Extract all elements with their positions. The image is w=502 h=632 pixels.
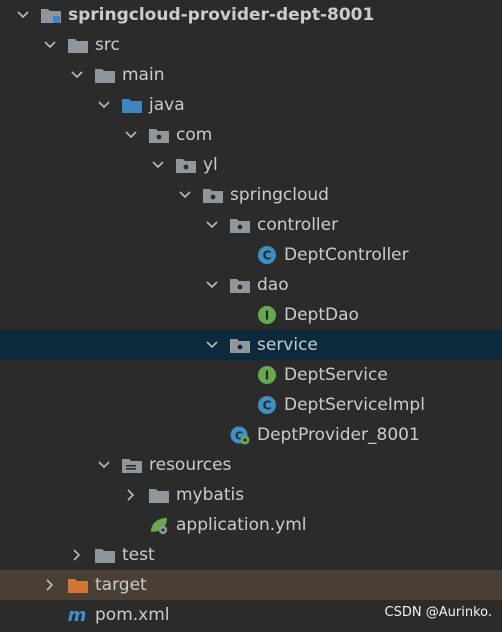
tree-label: java [149, 94, 185, 115]
chevron-right-icon[interactable] [68, 546, 86, 564]
tree-label: src [95, 34, 120, 55]
tree-label: DeptService [284, 364, 388, 385]
tree-label: controller [257, 214, 339, 235]
interface-icon: I [256, 365, 278, 385]
interface-icon: I [256, 305, 278, 325]
source-folder-icon [121, 95, 143, 115]
chevron-down-icon[interactable] [41, 36, 59, 54]
package-icon [148, 125, 170, 145]
tree-label: DeptServiceImpl [284, 394, 425, 415]
tree-label: DeptDao [284, 304, 359, 325]
chevron-down-icon[interactable] [149, 156, 167, 174]
tree-row-dao[interactable]: dao [0, 270, 502, 300]
tree-label: pom.xml [95, 604, 170, 625]
package-icon [229, 275, 251, 295]
chevron-down-icon[interactable] [203, 276, 221, 294]
yaml-file-icon [148, 515, 170, 535]
tree-row-mybatis[interactable]: mybatis [0, 480, 502, 510]
chevron-down-icon[interactable] [68, 66, 86, 84]
tree-row-java[interactable]: java [0, 90, 502, 120]
tree-label: DeptController [284, 244, 409, 265]
folder-icon [67, 35, 89, 55]
tree-label: springcloud-provider-dept-8001 [68, 4, 375, 25]
tree-row-module[interactable]: springcloud-provider-dept-8001 [0, 0, 502, 30]
svg-text:I: I [265, 309, 269, 323]
chevron-down-icon[interactable] [95, 96, 113, 114]
tree-label: resources [149, 454, 232, 475]
tree-row-src[interactable]: src [0, 30, 502, 60]
project-tree: springcloud-provider-dept-8001 src main [0, 0, 502, 632]
tree-label: DeptProvider_8001 [257, 424, 420, 445]
tree-label: mybatis [176, 484, 245, 505]
folder-icon [94, 545, 116, 565]
svg-text:I: I [265, 369, 269, 383]
tree-row-application-yml[interactable]: application.yml [0, 510, 502, 540]
tree-label: dao [257, 274, 289, 295]
tree-row-deptservice[interactable]: I DeptService [0, 360, 502, 390]
chevron-right-icon[interactable] [41, 576, 59, 594]
tree-label: com [176, 124, 213, 145]
tree-row-resources[interactable]: resources [0, 450, 502, 480]
tree-label: test [122, 544, 155, 565]
svg-text:m: m [68, 605, 87, 625]
spring-boot-class-icon: C [229, 425, 251, 445]
watermark: CSDN @Aurinko. [384, 605, 492, 620]
maven-file-icon: m [67, 605, 89, 625]
chevron-down-icon[interactable] [203, 216, 221, 234]
tree-label: springcloud [230, 184, 329, 205]
tree-row-deptserviceimpl[interactable]: C DeptServiceImpl [0, 390, 502, 420]
tree-row-springcloud[interactable]: springcloud [0, 180, 502, 210]
tree-row-com[interactable]: com [0, 120, 502, 150]
chevron-down-icon[interactable] [14, 6, 32, 24]
tree-label: service [257, 334, 318, 355]
svg-text:C: C [263, 399, 272, 413]
tree-label: target [95, 574, 147, 595]
tree-row-target[interactable]: target [0, 570, 502, 600]
chevron-down-icon[interactable] [203, 336, 221, 354]
tree-row-controller[interactable]: controller [0, 210, 502, 240]
chevron-down-icon[interactable] [95, 456, 113, 474]
class-icon: C [256, 395, 278, 415]
folder-icon [148, 485, 170, 505]
package-icon [229, 335, 251, 355]
chevron-down-icon[interactable] [122, 126, 140, 144]
tree-row-test[interactable]: test [0, 540, 502, 570]
tree-row-deptprovider[interactable]: C DeptProvider_8001 [0, 420, 502, 450]
tree-label: application.yml [176, 514, 307, 535]
tree-label: yl [203, 154, 218, 175]
tree-row-deptcontroller[interactable]: C DeptController [0, 240, 502, 270]
svg-text:C: C [263, 249, 272, 263]
excluded-folder-icon [67, 575, 89, 595]
tree-row-main[interactable]: main [0, 60, 502, 90]
tree-row-yl[interactable]: yl [0, 150, 502, 180]
class-icon: C [256, 245, 278, 265]
tree-row-deptdao[interactable]: I DeptDao [0, 300, 502, 330]
tree-label: main [122, 64, 165, 85]
package-icon [202, 185, 224, 205]
chevron-down-icon[interactable] [176, 186, 194, 204]
tree-row-service[interactable]: service [0, 330, 502, 360]
folder-icon [94, 65, 116, 85]
module-folder-icon [40, 5, 62, 25]
package-icon [175, 155, 197, 175]
chevron-right-icon[interactable] [122, 486, 140, 504]
package-icon [229, 215, 251, 235]
resources-folder-icon [121, 455, 143, 475]
